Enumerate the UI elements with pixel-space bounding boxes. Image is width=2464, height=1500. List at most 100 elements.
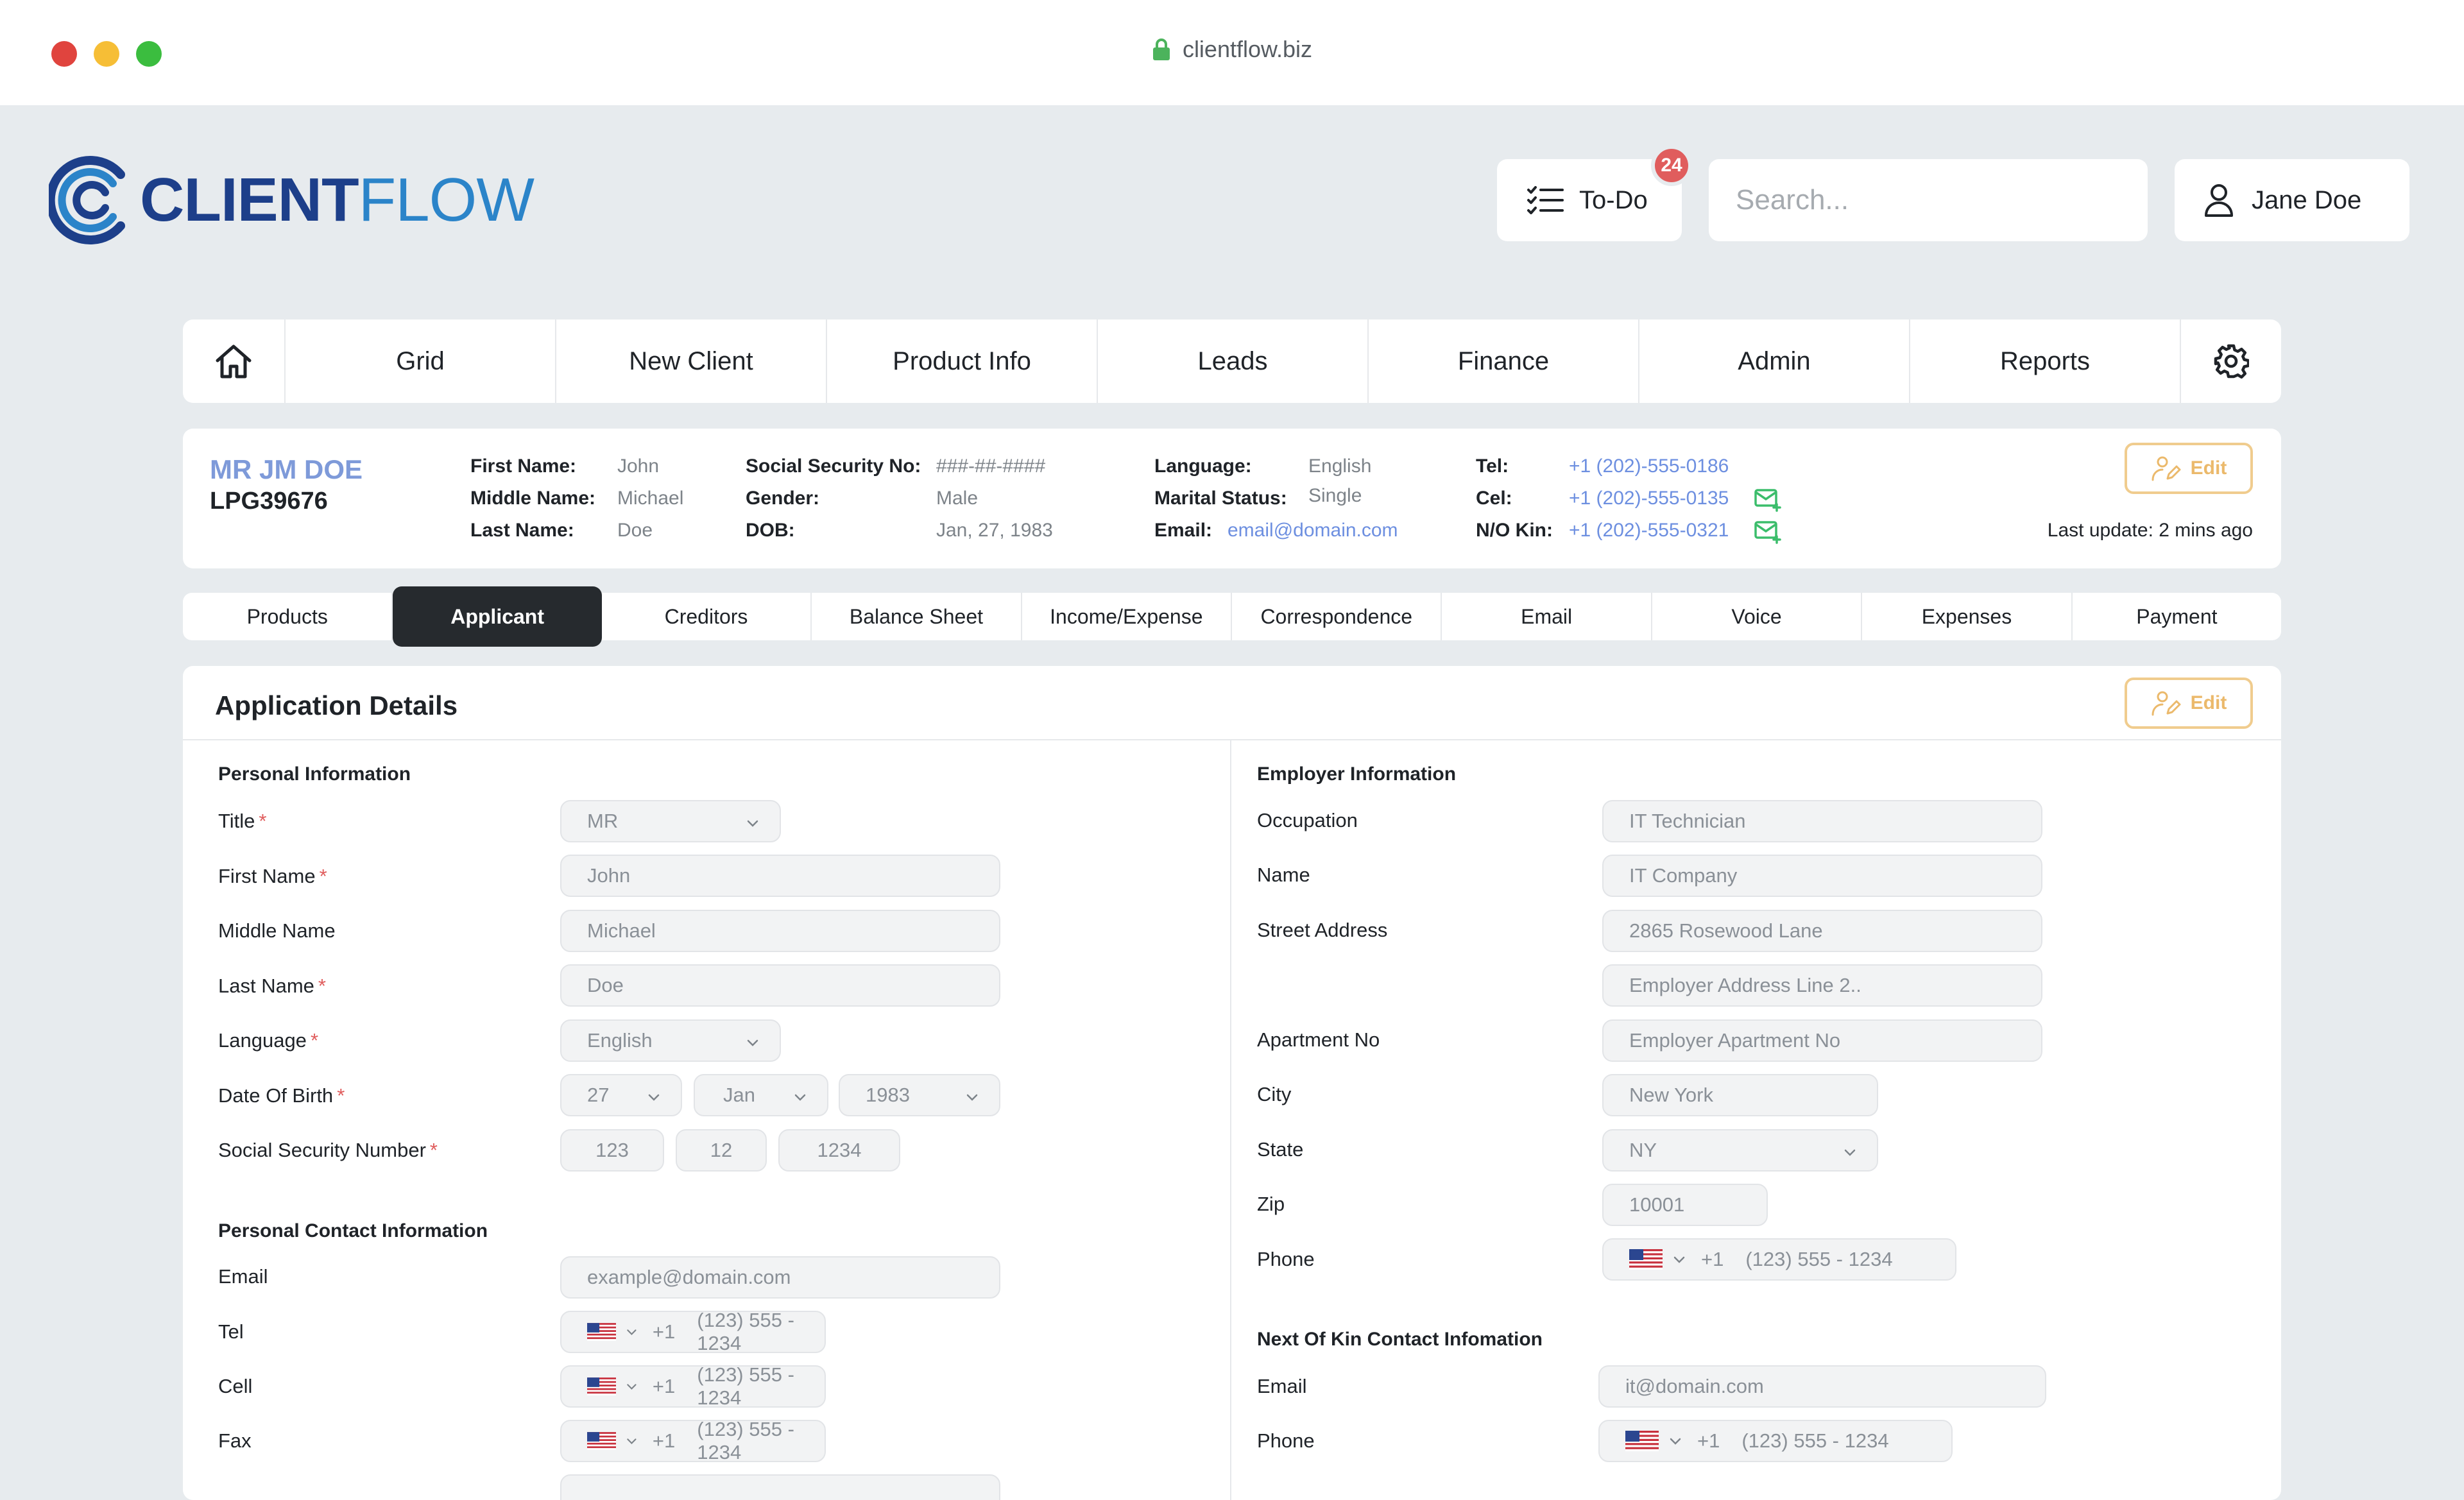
details-edit-button[interactable]: Edit: [2125, 678, 2253, 729]
nav-reports[interactable]: Reports: [1910, 320, 2181, 403]
user-name: Jane Doe: [2252, 185, 2362, 214]
tab-correspondence[interactable]: Correspondence: [1232, 593, 1442, 640]
chevron-down-icon: [747, 1039, 758, 1046]
message-nok-icon[interactable]: [1754, 520, 1782, 544]
employer-phone-label: Phone: [1257, 1248, 1315, 1270]
language-select[interactable]: English: [560, 1019, 781, 1062]
nav-home[interactable]: [183, 320, 286, 403]
home-icon: [216, 345, 252, 379]
user-menu-button[interactable]: Jane Doe: [2175, 159, 2409, 241]
clientflow-logo[interactable]: CLIENTFLOW: [49, 153, 535, 248]
search-input[interactable]: Search...: [1709, 159, 2148, 241]
tab-balance-sheet[interactable]: Balance Sheet: [812, 593, 1022, 640]
dob-year-select[interactable]: 1983: [839, 1074, 1000, 1116]
country-code: +1: [1697, 1429, 1720, 1452]
nav-product-info[interactable]: Product Info: [827, 320, 1098, 403]
dob-day-select[interactable]: 27: [560, 1074, 682, 1116]
us-flag-icon[interactable]: [587, 1322, 617, 1342]
country-code: +1: [652, 1375, 676, 1397]
marital-status-label: Marital Status:: [1154, 488, 1287, 509]
street-address-input[interactable]: 2865 Rosewood Lane: [1602, 910, 2042, 952]
last-name-value: Doe: [617, 520, 653, 541]
ssn-part2-input[interactable]: 12: [676, 1129, 767, 1172]
logo-mark-icon: [49, 156, 125, 244]
country-code: +1: [1701, 1248, 1724, 1270]
contact-tel-label: Tel: [218, 1320, 244, 1343]
contact-fax-input[interactable]: +1 (123) 555 - 1234: [560, 1418, 826, 1463]
phone-placeholder: (123) 555 - 1234: [1741, 1429, 1889, 1452]
nav-new-client[interactable]: New Client: [556, 320, 827, 403]
dob-field-label: Date Of Birth *: [218, 1084, 345, 1107]
tab-expenses[interactable]: Expenses: [1862, 593, 2073, 640]
zip-input[interactable]: 10001: [1602, 1184, 1768, 1226]
tel-link[interactable]: +1 (202)-555-0186: [1569, 456, 1729, 477]
state-select[interactable]: NY: [1602, 1129, 1878, 1172]
city-label: City: [1257, 1083, 1292, 1105]
tab-voice[interactable]: Voice: [1652, 593, 1863, 640]
additional-phone-input[interactable]: [560, 1474, 1000, 1500]
employer-info-heading: Employer Information: [1257, 763, 1457, 785]
tab-products[interactable]: Products: [183, 593, 393, 640]
title-select[interactable]: MR: [560, 800, 781, 842]
us-flag-icon[interactable]: [1629, 1249, 1663, 1270]
employer-phone-input[interactable]: +1 (123) 555 - 1234: [1602, 1238, 1956, 1281]
occupation-input[interactable]: IT Technician: [1602, 800, 2042, 842]
required-marker: *: [318, 975, 326, 997]
edit-user-icon: [2152, 456, 2181, 481]
nav-settings[interactable]: [2181, 320, 2281, 403]
address-line2-input[interactable]: Employer Address Line 2..: [1602, 964, 2042, 1007]
email-link[interactable]: email@domain.com: [1228, 520, 1398, 541]
ssn-field-label: Social Security Number *: [218, 1139, 438, 1161]
contact-cell-label: Cell: [218, 1375, 253, 1397]
tab-applicant[interactable]: Applicant: [393, 586, 602, 647]
required-marker: *: [310, 1029, 319, 1052]
tab-email[interactable]: Email: [1442, 593, 1652, 640]
first-name-input[interactable]: John: [560, 855, 1000, 897]
chevron-down-icon: [627, 1384, 637, 1390]
contact-email-input[interactable]: example@domain.com: [560, 1256, 1000, 1299]
city-input[interactable]: New York: [1602, 1074, 1878, 1116]
application-details-panel: Application Details Edit Personal Inform…: [183, 666, 2281, 1500]
browser-chrome: clientflow.biz: [0, 0, 2464, 105]
nav-grid[interactable]: Grid: [286, 320, 556, 403]
tab-creditors[interactable]: Creditors: [602, 593, 812, 640]
title-label: Title *: [218, 810, 267, 832]
marital-status-value: Single: [1308, 485, 1362, 506]
us-flag-icon[interactable]: [1625, 1431, 1659, 1451]
nav-leads[interactable]: Leads: [1098, 320, 1369, 403]
tab-income-expense[interactable]: Income/Expense: [1022, 593, 1233, 640]
message-cel-icon[interactable]: [1754, 488, 1782, 512]
nok-phone-label: Phone: [1257, 1429, 1315, 1452]
address-bar[interactable]: clientflow.biz: [0, 36, 2464, 63]
contact-cell-input[interactable]: +1 (123) 555 - 1234: [560, 1363, 826, 1409]
nok-email-input[interactable]: it@domain.com: [1598, 1365, 2046, 1408]
apartment-input[interactable]: Employer Apartment No: [1602, 1019, 2042, 1062]
panel-header: Application Details Edit: [183, 666, 2281, 740]
ssn-part3-input[interactable]: 1234: [778, 1129, 900, 1172]
last-name-field-label: Last Name *: [218, 975, 326, 997]
nav-admin[interactable]: Admin: [1639, 320, 1910, 403]
last-name-input[interactable]: Doe: [560, 964, 1000, 1007]
ssn-part1-input[interactable]: 123: [560, 1129, 664, 1172]
nav-finance[interactable]: Finance: [1369, 320, 1639, 403]
todo-button[interactable]: To-Do 24: [1497, 145, 1692, 241]
last-name-label: Last Name:: [470, 520, 574, 541]
middle-name-input[interactable]: Michael: [560, 910, 1000, 952]
us-flag-icon[interactable]: [587, 1431, 617, 1451]
main-nav: Grid New Client Product Info Leads Finan…: [183, 320, 2281, 403]
dob-month-select[interactable]: Jan: [694, 1074, 828, 1116]
nok-phone-input[interactable]: +1 (123) 555 - 1234: [1598, 1420, 1953, 1462]
todo-label: To-Do: [1579, 185, 1648, 214]
summary-edit-button[interactable]: Edit: [2125, 443, 2253, 494]
dob-label: DOB:: [746, 520, 795, 541]
us-flag-icon[interactable]: [587, 1376, 617, 1397]
nok-link[interactable]: +1 (202)-555-0321: [1569, 520, 1729, 541]
cel-link[interactable]: +1 (202)-555-0135: [1569, 488, 1729, 509]
street-address-label: Street Address: [1257, 919, 1388, 941]
employer-name-input[interactable]: IT Company: [1602, 855, 2042, 897]
required-marker: *: [319, 865, 327, 887]
panel-title: Application Details: [215, 690, 458, 720]
contact-tel-input[interactable]: +1 (123) 555 - 1234: [560, 1309, 826, 1354]
language-value: English: [1308, 456, 1372, 477]
tab-payment[interactable]: Payment: [2073, 593, 2281, 640]
